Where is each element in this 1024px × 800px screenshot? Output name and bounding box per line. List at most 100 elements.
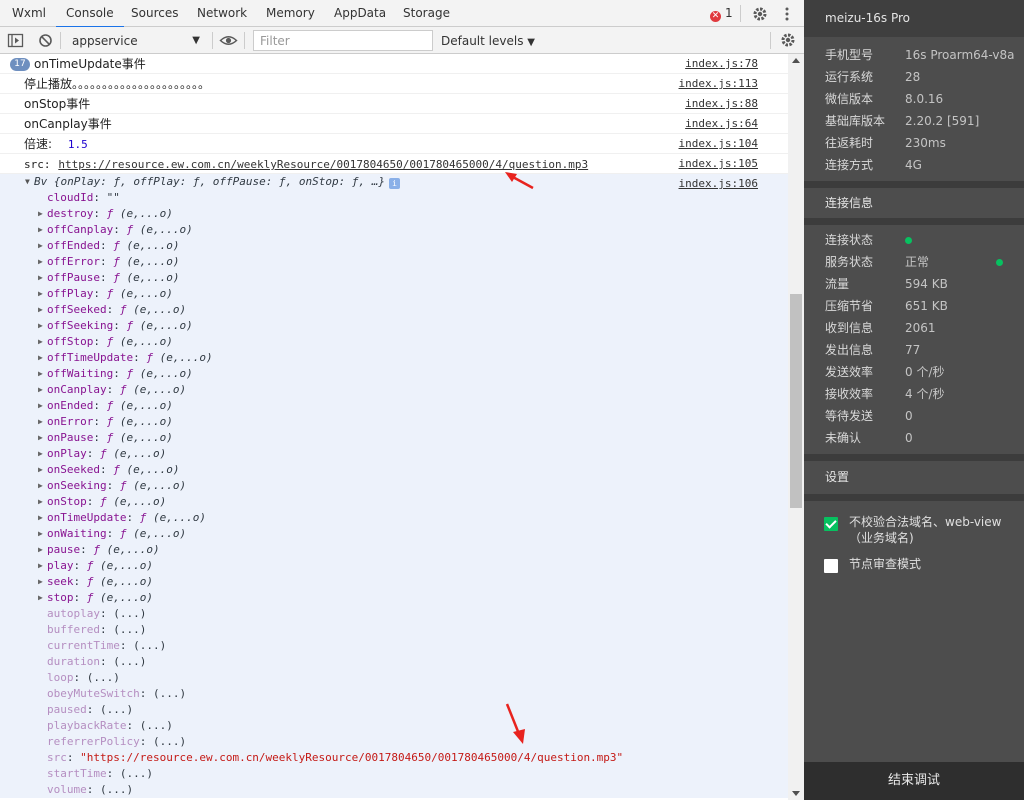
more-options-icon[interactable]: [784, 6, 790, 22]
object-method-row[interactable]: ▶ offEnded: ƒ (e,...o): [0, 238, 788, 254]
expand-triangle-icon[interactable]: ▶: [38, 446, 43, 462]
object-method-row[interactable]: ▶ offSeeking: ƒ (e,...o): [0, 318, 788, 334]
expand-triangle-icon[interactable]: ▶: [38, 222, 43, 238]
source-link[interactable]: index.js:113: [679, 74, 758, 94]
expand-triangle-icon[interactable]: ▶: [38, 558, 43, 574]
object-accessor-row[interactable]: playbackRate: (...): [0, 718, 788, 734]
expand-triangle-icon[interactable]: ▶: [38, 254, 43, 270]
source-link[interactable]: index.js:105: [679, 154, 758, 174]
object-accessor-row[interactable]: paused: (...): [0, 702, 788, 718]
function-value: ƒ (e,...o): [113, 271, 180, 284]
source-link[interactable]: index.js:88: [685, 94, 758, 114]
expand-triangle-icon[interactable]: ▶: [38, 366, 43, 382]
expand-triangle-icon[interactable]: ▶: [38, 510, 43, 526]
expand-triangle-icon[interactable]: ▶: [38, 238, 43, 254]
object-method-row[interactable]: ▶ onSeeking: ƒ (e,...o): [0, 478, 788, 494]
expand-triangle-icon[interactable]: ▶: [38, 590, 43, 606]
expand-triangle-icon[interactable]: ▶: [38, 526, 43, 542]
object-method-row[interactable]: ▶ stop: ƒ (e,...o): [0, 590, 788, 606]
expand-triangle-icon[interactable]: ▶: [38, 414, 43, 430]
object-method-row[interactable]: ▶ destroy: ƒ (e,...o): [0, 206, 788, 222]
object-accessor-row[interactable]: src: "https://resource.ew.com.cn/weeklyR…: [0, 750, 788, 766]
expand-triangle-icon[interactable]: ▶: [38, 302, 43, 318]
object-accessor-row[interactable]: duration: (...): [0, 654, 788, 670]
tab-sources[interactable]: Sources: [131, 0, 178, 27]
error-count-badge[interactable]: ✕ 1: [710, 7, 733, 22]
checkbox-unchecked[interactable]: [824, 559, 838, 573]
source-link[interactable]: index.js:78: [685, 54, 758, 74]
object-method-row[interactable]: ▶ offTimeUpdate: ƒ (e,...o): [0, 350, 788, 366]
object-accessor-row[interactable]: loop: (...): [0, 670, 788, 686]
object-method-row[interactable]: ▶ play: ƒ (e,...o): [0, 558, 788, 574]
skip-domain-check-option[interactable]: 不校验合法域名、web-view（业务域名): [824, 514, 1004, 546]
expand-triangle-icon[interactable]: ▶: [38, 382, 43, 398]
expand-triangle-icon[interactable]: ▶: [38, 574, 43, 590]
object-method-row[interactable]: ▶ onError: ƒ (e,...o): [0, 414, 788, 430]
tab-wxml[interactable]: Wxml: [12, 0, 46, 27]
object-method-row[interactable]: ▶ onWaiting: ƒ (e,...o): [0, 526, 788, 542]
expand-triangle-icon[interactable]: ▶: [38, 478, 43, 494]
object-accessor-row[interactable]: startTime: (...): [0, 766, 788, 782]
expand-triangle-icon[interactable]: ▶: [38, 398, 43, 414]
object-method-row[interactable]: ▶ offCanplay: ƒ (e,...o): [0, 222, 788, 238]
object-method-row[interactable]: ▶ offPause: ƒ (e,...o): [0, 270, 788, 286]
object-method-row[interactable]: ▶ onPlay: ƒ (e,...o): [0, 446, 788, 462]
object-method-row[interactable]: ▶ onSeeked: ƒ (e,...o): [0, 462, 788, 478]
object-method-row[interactable]: ▶ offWaiting: ƒ (e,...o): [0, 366, 788, 382]
object-method-row[interactable]: ▶ offError: ƒ (e,...o): [0, 254, 788, 270]
expand-triangle-icon[interactable]: ▶: [38, 542, 43, 558]
expand-triangle-icon[interactable]: ▶: [38, 462, 43, 478]
source-link[interactable]: index.js:104: [679, 134, 758, 154]
object-accessor-row[interactable]: buffered: (...): [0, 622, 788, 638]
object-accessor-row[interactable]: autoplay: (...): [0, 606, 788, 622]
object-accessor-row[interactable]: referrerPolicy: (...): [0, 734, 788, 750]
object-accessor-row[interactable]: obeyMuteSwitch: (...): [0, 686, 788, 702]
object-method-row[interactable]: ▶ onEnded: ƒ (e,...o): [0, 398, 788, 414]
tab-memory[interactable]: Memory: [266, 0, 315, 27]
object-summary-row[interactable]: ▼ Bv {onPlay: ƒ, offPlay: ƒ, offPause: ƒ…: [0, 174, 788, 190]
filter-input[interactable]: [253, 30, 433, 51]
source-link[interactable]: index.js:64: [685, 114, 758, 134]
scroll-thumb[interactable]: [790, 294, 802, 508]
info-row: 接收效率 4 个/秒: [804, 383, 1024, 405]
expand-triangle-icon[interactable]: ▶: [38, 430, 43, 446]
object-method-row[interactable]: ▶ onCanplay: ƒ (e,...o): [0, 382, 788, 398]
settings-gear-icon[interactable]: [752, 6, 768, 22]
object-method-row[interactable]: ▶ onTimeUpdate: ƒ (e,...o): [0, 510, 788, 526]
object-method-row[interactable]: ▶ onPause: ƒ (e,...o): [0, 430, 788, 446]
log-levels-dropdown[interactable]: Default levels ▼: [441, 31, 535, 51]
node-inspect-mode-option[interactable]: 节点审查模式: [824, 556, 1004, 573]
function-signature: (e,...o): [119, 287, 173, 300]
expand-triangle-icon[interactable]: ▶: [38, 270, 43, 286]
expand-triangle-icon[interactable]: ▶: [38, 286, 43, 302]
clear-console-icon[interactable]: [37, 32, 54, 49]
object-method-row[interactable]: ▶ offStop: ƒ (e,...o): [0, 334, 788, 350]
scroll-down-icon[interactable]: [792, 791, 800, 796]
tab-network[interactable]: Network: [197, 0, 247, 27]
object-method-row[interactable]: ▶ onStop: ƒ (e,...o): [0, 494, 788, 510]
expand-triangle-icon[interactable]: ▶: [38, 494, 43, 510]
end-debug-button[interactable]: 结束调试: [804, 762, 1024, 800]
expand-triangle-icon[interactable]: ▼: [25, 174, 30, 190]
object-method-row[interactable]: ▶ seek: ƒ (e,...o): [0, 574, 788, 590]
checkbox-checked[interactable]: [824, 517, 838, 531]
sidebar-toggle-icon[interactable]: [7, 32, 24, 49]
expand-triangle-icon[interactable]: ▶: [38, 350, 43, 366]
tab-appdata[interactable]: AppData: [334, 0, 386, 27]
object-method-row[interactable]: ▶ offSeeked: ƒ (e,...o): [0, 302, 788, 318]
object-accessor-row[interactable]: volume: (...): [0, 782, 788, 798]
console-scrollbar[interactable]: [788, 54, 804, 800]
scroll-up-icon[interactable]: [792, 58, 800, 63]
live-expression-eye-icon[interactable]: [219, 32, 238, 49]
function-signature: (e,...o): [119, 335, 173, 348]
tab-console[interactable]: Console: [56, 0, 124, 28]
expand-triangle-icon[interactable]: ▶: [38, 206, 43, 222]
object-method-row[interactable]: ▶ offPlay: ƒ (e,...o): [0, 286, 788, 302]
context-select[interactable]: appservice ▼: [66, 31, 206, 51]
console-settings-gear-icon[interactable]: [780, 32, 796, 48]
expand-triangle-icon[interactable]: ▶: [38, 318, 43, 334]
tab-storage[interactable]: Storage: [403, 0, 450, 27]
object-method-row[interactable]: ▶ pause: ƒ (e,...o): [0, 542, 788, 558]
expand-triangle-icon[interactable]: ▶: [38, 334, 43, 350]
object-accessor-row[interactable]: currentTime: (...): [0, 638, 788, 654]
